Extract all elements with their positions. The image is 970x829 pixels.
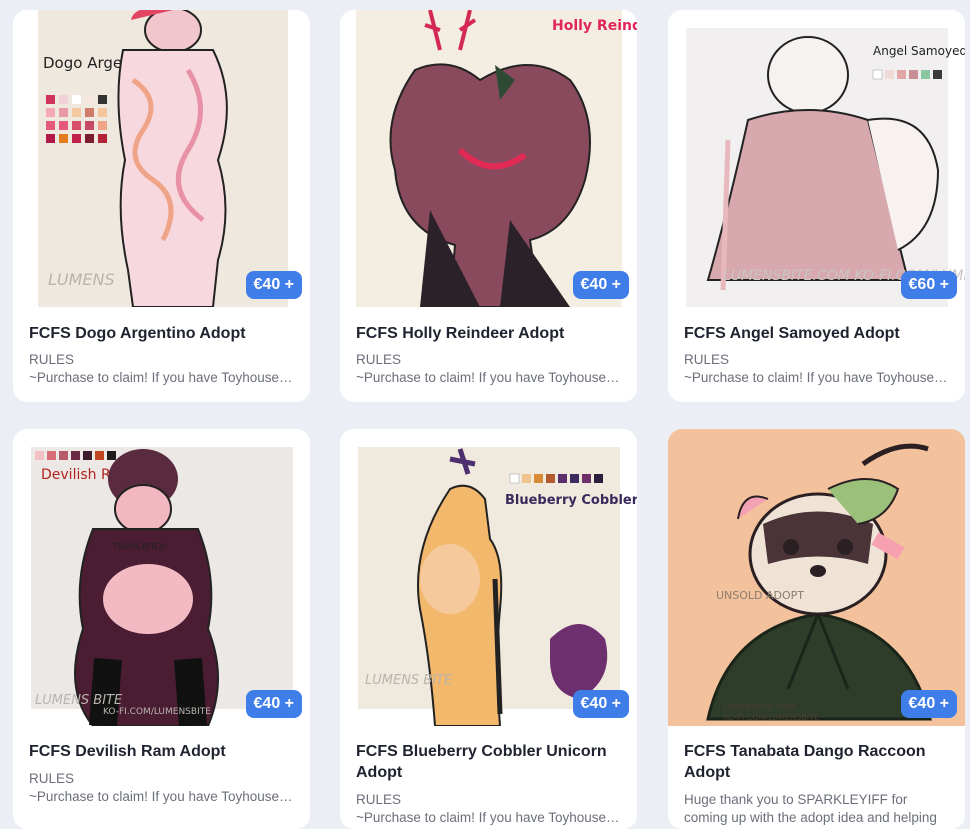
svg-text:UNSOLD ADOPT: UNSOLD ADOPT <box>716 589 804 602</box>
price-badge: €60 + <box>900 271 957 299</box>
price-badge: €40 + <box>245 690 302 718</box>
svg-text:Blueberry Cobbler Unicorn: Blueberry Cobbler Unicorn <box>505 493 637 508</box>
description-heading: RULES <box>684 352 730 367</box>
product-title[interactable]: FCFS Tanabata Dango Raccoon <box>684 741 955 762</box>
svg-text:TRANS BITCH: TRANS BITCH <box>112 542 166 551</box>
svg-text:KO-FI.COM/LUMENSBITE: KO-FI.COM/LUMENSBITE <box>103 707 211 717</box>
price-badge: €40 + <box>245 271 302 299</box>
product-image[interactable]: Angel Samoyed LUMENSBITE.COM KO-FI.COM/L… <box>668 10 965 307</box>
color-palette <box>35 451 116 460</box>
svg-text:KO-FI.COM/LUMENSBITE: KO-FI.COM/LUMENSBITE <box>723 713 819 722</box>
product-title[interactable]: FCFS Holly Reindeer Adopt <box>356 323 627 344</box>
description-text: Huge thank you to SPARKLEYIFF for <box>684 792 908 807</box>
description-text: ~Purchase to claim! If you have Toyhouse… <box>684 370 951 385</box>
svg-text:LUMENS BITE: LUMENS BITE <box>35 693 123 708</box>
product-title[interactable]: FCFS Devilish Ram Adopt <box>29 741 300 762</box>
product-grid: Dogo Argentino LUMENS €40 + FCFS Dogo Ar… <box>0 0 970 829</box>
product-image[interactable]: Dogo Argentino LUMENS €40 + <box>13 10 310 307</box>
product-title-line2[interactable]: Adopt <box>356 762 627 783</box>
product-title-line2[interactable]: Adopt <box>684 762 955 783</box>
product-card[interactable]: UNSOLD ADOPT LUMENSBITE.COM KO-FI.COM/LU… <box>668 429 965 829</box>
svg-text:LUMENS BITE: LUMENS BITE <box>365 673 453 688</box>
product-card[interactable]: Angel Samoyed LUMENSBITE.COM KO-FI.COM/L… <box>668 10 965 402</box>
description-text: ~Purchase to claim! If you have Toyhouse… <box>356 810 623 825</box>
product-image[interactable]: Blueberry Cobbler Unicorn LUMENS BITE €4… <box>340 429 637 726</box>
svg-text:Angel Samoyed: Angel Samoyed <box>873 44 965 58</box>
description-text-line2: coming up with the adopt idea and helpin… <box>684 810 937 825</box>
product-title[interactable]: FCFS Dogo Argentino Adopt <box>29 323 300 344</box>
description-heading: RULES <box>29 771 75 786</box>
description-text: ~Purchase to claim! If you have Toyhouse… <box>356 370 623 385</box>
product-image[interactable]: Holly Reindeer €40 + <box>340 10 637 307</box>
product-card[interactable]: Blueberry Cobbler Unicorn LUMENS BITE €4… <box>340 429 637 829</box>
product-card[interactable]: Dogo Argentino LUMENS €40 + FCFS Dogo Ar… <box>13 10 310 402</box>
svg-text:LUMENSBITE.COM: LUMENSBITE.COM <box>723 703 795 712</box>
product-card[interactable]: Holly Reindeer €40 + FCFS Holly Reindeer… <box>340 10 637 402</box>
product-image[interactable]: UNSOLD ADOPT LUMENSBITE.COM KO-FI.COM/LU… <box>668 429 965 726</box>
product-title[interactable]: FCFS Angel Samoyed Adopt <box>684 323 955 344</box>
description-heading: RULES <box>356 792 402 807</box>
product-card[interactable]: Devilish Ram TRANS BITCH LUMENS BITE KO-… <box>13 429 310 829</box>
price-badge: €40 + <box>572 690 629 718</box>
product-title[interactable]: FCFS Blueberry Cobbler Unicorn <box>356 741 627 762</box>
price-badge: €40 + <box>572 271 629 299</box>
description-heading: RULES <box>356 352 402 367</box>
description-text: ~Purchase to claim! If you have Toyhouse… <box>29 370 296 385</box>
description-heading: RULES <box>29 352 75 367</box>
svg-text:Holly Reindeer: Holly Reindeer <box>552 18 637 34</box>
description-text: ~Purchase to claim! If you have Toyhouse… <box>29 789 296 804</box>
price-badge: €40 + <box>900 690 957 718</box>
svg-text:LUMENS: LUMENS <box>48 270 115 289</box>
product-image[interactable]: Devilish Ram TRANS BITCH LUMENS BITE KO-… <box>13 429 310 726</box>
